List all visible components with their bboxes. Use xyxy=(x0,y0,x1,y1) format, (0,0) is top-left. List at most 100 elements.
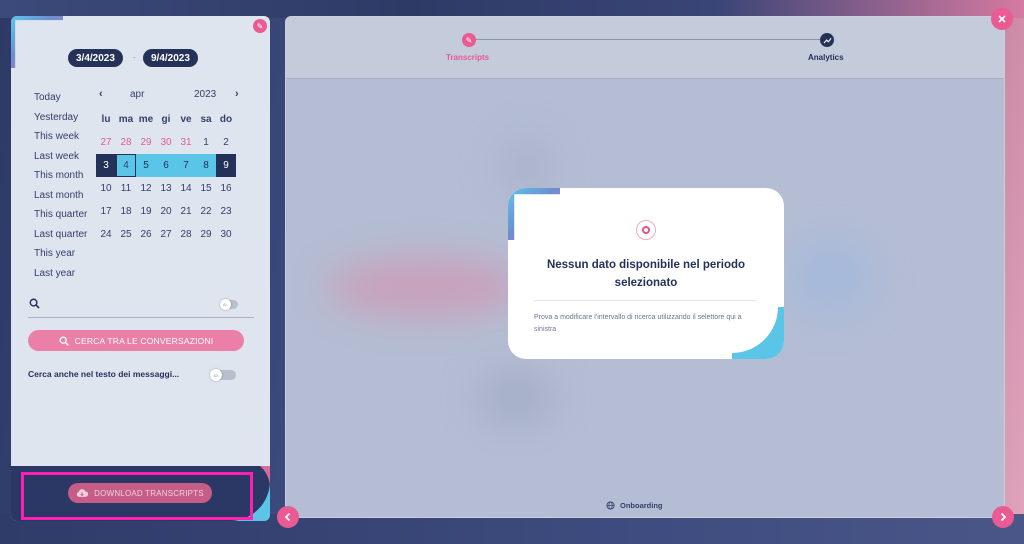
search-input[interactable]: A/- xyxy=(28,296,254,318)
calendar-day[interactable]: 23 xyxy=(216,200,236,223)
calendar-day[interactable]: 24 xyxy=(96,223,116,246)
pencil-icon: ✎ xyxy=(465,35,473,45)
chevron-left-icon[interactable]: ‹ xyxy=(99,88,103,100)
steps-header: ✎ Transcripts Analytics xyxy=(286,17,1004,79)
calendar-day[interactable]: 2 xyxy=(216,131,236,154)
calendar-day[interactable]: 11 xyxy=(116,177,136,200)
start-date-field[interactable]: 3/4/2023 xyxy=(68,49,123,67)
search-mode-toggle[interactable]: A/- xyxy=(220,299,238,310)
calendar-day[interactable]: 1 xyxy=(196,131,216,154)
close-button[interactable] xyxy=(991,8,1013,30)
step-transcripts-button[interactable]: ✎ xyxy=(462,33,476,47)
calendar-day[interactable]: 27 xyxy=(156,223,176,246)
quick-range-this-quarter[interactable]: This quarter xyxy=(34,205,87,225)
search-conversations-label: CERCA TRA LE CONVERSAZIONI xyxy=(74,335,214,346)
search-icon xyxy=(29,298,40,309)
card-divider xyxy=(534,300,756,301)
filter-panel: ✎ 3/4/2023 - 9/4/2023 Today Yesterday Th… xyxy=(11,16,270,521)
quick-range-last-year[interactable]: Last year xyxy=(34,264,87,284)
calendar-day-range[interactable]: 6 xyxy=(156,154,176,177)
quick-range-last-week[interactable]: Last week xyxy=(34,147,87,167)
search-conversations-button[interactable]: CERCA TRA LE CONVERSAZIONI xyxy=(28,330,244,351)
next-button[interactable] xyxy=(992,506,1014,528)
calendar-day[interactable]: 29 xyxy=(136,131,156,154)
calendar-day[interactable]: 20 xyxy=(156,200,176,223)
weekday-label: lu xyxy=(101,114,111,125)
step-transcripts-label[interactable]: Transcripts xyxy=(446,53,489,62)
calendar-day[interactable]: 30 xyxy=(156,131,176,154)
calendar-day[interactable]: 29 xyxy=(196,223,216,246)
chevron-left-icon xyxy=(284,512,291,522)
pencil-icon: ✎ xyxy=(256,21,264,31)
calendar-day[interactable]: 19 xyxy=(136,200,156,223)
calendar-day[interactable]: 10 xyxy=(96,177,116,200)
toggle-knob: A/- xyxy=(220,299,231,310)
end-date-field[interactable]: 9/4/2023 xyxy=(143,49,198,67)
calendar-day-range-end[interactable]: 9 xyxy=(216,154,236,177)
search-messages-toggle[interactable]: SX xyxy=(210,369,236,381)
calendar-day[interactable]: 17 xyxy=(96,200,116,223)
download-highlight-frame xyxy=(21,472,253,520)
step-analytics-label[interactable]: Analytics xyxy=(808,53,844,62)
background-blob xyxy=(326,257,526,317)
calendar: ‹ apr 2023 › lu ma me gi ve sa do 27 28 … xyxy=(96,88,254,246)
calendar-day-range-start[interactable]: 3 xyxy=(96,154,116,177)
quick-range-list: Today Yesterday This week Last week This… xyxy=(34,88,87,283)
calendar-day[interactable]: 31 xyxy=(176,131,196,154)
chevron-right-icon[interactable]: › xyxy=(235,88,239,100)
quick-range-yesterday[interactable]: Yesterday xyxy=(34,108,87,128)
calendar-day[interactable]: 15 xyxy=(196,177,216,200)
calendar-day-range[interactable]: 8 xyxy=(196,154,216,177)
date-separator: - xyxy=(133,53,136,62)
empty-state-card: Nessun dato disponibile nel periodo sele… xyxy=(508,188,784,359)
calendar-day[interactable]: 26 xyxy=(136,223,156,246)
search-icon xyxy=(59,336,69,346)
main-panel: ✎ Transcripts Analytics Nessun dato disp… xyxy=(285,16,1005,518)
empty-state-title: Nessun dato disponibile nel periodo sele… xyxy=(546,259,746,289)
quick-range-last-quarter[interactable]: Last quarter xyxy=(34,225,87,245)
globe-icon xyxy=(606,501,615,510)
chevron-right-icon xyxy=(1000,512,1007,522)
quick-range-last-month[interactable]: Last month xyxy=(34,186,87,206)
calendar-day[interactable]: 13 xyxy=(156,177,176,200)
card-corner-decoration xyxy=(508,188,560,240)
calendar-day[interactable]: 14 xyxy=(176,177,196,200)
background-blob xyxy=(476,367,556,427)
weekday-label: sa xyxy=(200,114,212,125)
quick-range-this-month[interactable]: This month xyxy=(34,166,87,186)
toggle-knob: SX xyxy=(210,369,222,381)
step-analytics-button[interactable] xyxy=(820,33,834,47)
calendar-day[interactable]: 22 xyxy=(196,200,216,223)
calendar-year[interactable]: 2023 xyxy=(194,89,216,100)
calendar-day-range[interactable]: 4 xyxy=(116,154,136,177)
quick-range-this-week[interactable]: This week xyxy=(34,127,87,147)
calendar-day[interactable]: 21 xyxy=(176,200,196,223)
calendar-day[interactable]: 12 xyxy=(136,177,156,200)
calendar-grid: lu ma me gi ve sa do 27 28 29 30 31 1 2 … xyxy=(96,108,254,246)
calendar-day[interactable]: 16 xyxy=(216,177,236,200)
close-icon xyxy=(998,15,1006,23)
calendar-month[interactable]: apr xyxy=(130,89,144,100)
target-icon xyxy=(636,220,656,240)
calendar-day[interactable]: 28 xyxy=(176,223,196,246)
panel-corner-decoration xyxy=(11,16,63,68)
calendar-day[interactable]: 27 xyxy=(96,131,116,154)
onboarding-link[interactable]: Onboarding xyxy=(606,501,663,510)
steps-connector xyxy=(476,39,820,40)
weekday-label: ve xyxy=(180,114,192,125)
chart-icon xyxy=(823,37,831,43)
calendar-day-range[interactable]: 7 xyxy=(176,154,196,177)
calendar-day[interactable]: 18 xyxy=(116,200,136,223)
calendar-day-range[interactable]: 5 xyxy=(136,154,156,177)
calendar-day[interactable]: 25 xyxy=(116,223,136,246)
previous-button[interactable] xyxy=(277,506,299,528)
onboarding-label: Onboarding xyxy=(620,501,663,510)
quick-range-today[interactable]: Today xyxy=(34,88,87,108)
quick-range-this-year[interactable]: This year xyxy=(34,244,87,264)
edit-filters-button[interactable]: ✎ xyxy=(253,19,267,33)
search-messages-label: Cerca anche nel testo dei messaggi... xyxy=(28,369,180,379)
empty-state-text: Prova a modificare l'intervallo di ricer… xyxy=(534,314,742,333)
calendar-day[interactable]: 28 xyxy=(116,131,136,154)
calendar-day[interactable]: 30 xyxy=(216,223,236,246)
weekday-label: ma xyxy=(118,114,134,125)
